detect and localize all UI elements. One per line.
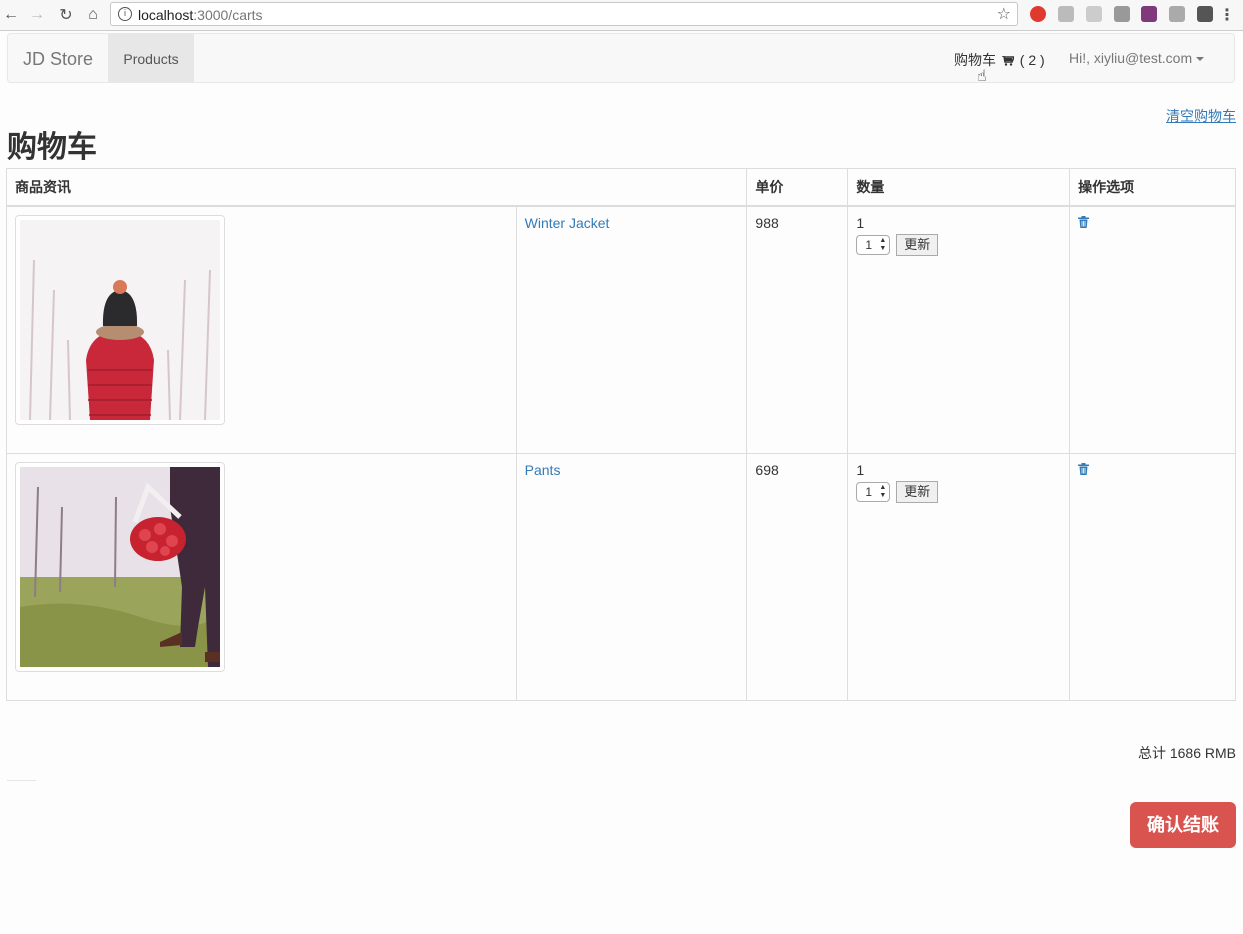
table-header-row: 商品资讯 单价 数量 操作选项 [5, 168, 1236, 207]
user-dropdown[interactable]: Hi!, xiyliu@test.com [1069, 50, 1205, 66]
url-host: localhost [138, 7, 194, 23]
quantity-select[interactable]: 1 ▲ ▼ [856, 235, 891, 255]
opera-extension-icon[interactable] [1030, 6, 1046, 22]
winter-jacket-image [20, 220, 220, 420]
address-bar[interactable]: i localhost:3000/carts ☆ [110, 2, 1018, 26]
cart-total: 总计 1686 RMB [1137, 745, 1236, 761]
price-cell: 698 [746, 453, 849, 701]
reload-icon[interactable]: ↻ [55, 4, 77, 26]
quantity-select-value: 1 [865, 238, 873, 252]
header-product-info: 商品资讯 [5, 168, 748, 207]
divider [7, 780, 36, 781]
cart-table: 商品资讯 单价 数量 操作选项 Winter Jacket 988 1 1 ▲ … [5, 168, 1236, 701]
shield-extension-icon[interactable] [1086, 6, 1102, 22]
site-navbar: JD Store Products 购物车 ( 2 ) Hi!, xiyliu@… [7, 33, 1235, 83]
quantity-select-value: 1 [865, 485, 873, 499]
brand-link[interactable]: JD Store [23, 49, 93, 70]
camera-extension-icon[interactable] [1169, 6, 1185, 22]
actions-cell [1069, 453, 1236, 701]
user-greeting: Hi!, xiyliu@test.com [1069, 50, 1193, 66]
nav-cart-link[interactable]: 购物车 ( 2 ) [954, 50, 1045, 70]
browser-toolbar: ← → ↻ ⌂ i localhost:3000/carts ☆ ⋮ [0, 0, 1243, 31]
pointer-icon: ☝ [977, 68, 987, 85]
table-row: Winter Jacket 988 1 1 ▲ ▼ 更新 [6, 205, 1236, 454]
checkout-button[interactable]: 确认结账 [1130, 802, 1236, 848]
select-arrows-icon: ▲ ▼ [879, 237, 887, 252]
nav-cart-count: ( 2 ) [1019, 52, 1045, 68]
quantity-value: 1 [856, 462, 865, 478]
header-actions: 操作选项 [1069, 168, 1236, 207]
header-quantity: 数量 [847, 168, 1071, 207]
nav-products[interactable]: Products [108, 34, 194, 83]
evernote-extension-icon[interactable] [1197, 6, 1213, 22]
url-path: :3000/carts [193, 7, 263, 23]
skype-extension-icon[interactable] [1058, 6, 1074, 22]
page-title: 购物车 [7, 131, 97, 164]
product-name-cell: Winter Jacket [515, 205, 748, 454]
product-thumbnail[interactable] [15, 462, 225, 672]
cart-icon [1001, 56, 1014, 66]
select-arrows-icon: ▲ ▼ [879, 484, 887, 499]
trash-icon[interactable] [1078, 463, 1090, 475]
table-row: Pants 698 1 1 ▲ ▼ 更新 [6, 453, 1236, 701]
product-thumbnail[interactable] [15, 215, 225, 425]
quantity-select[interactable]: 1 ▲ ▼ [856, 482, 891, 502]
home-icon[interactable]: ⌂ [82, 4, 104, 26]
header-price: 单价 [746, 168, 849, 207]
quantity-cell: 1 1 ▲ ▼ 更新 [847, 453, 1071, 701]
quantity-value: 1 [856, 215, 865, 231]
onenote-extension-icon[interactable] [1141, 6, 1157, 22]
product-link[interactable]: Pants [525, 462, 561, 478]
forward-icon[interactable]: → [26, 4, 48, 26]
price-cell: 988 [746, 205, 849, 454]
update-button[interactable]: 更新 [896, 481, 939, 503]
update-button[interactable]: 更新 [896, 234, 939, 256]
product-image-cell [6, 453, 517, 701]
nav-cart-label: 购物车 [954, 52, 996, 68]
chevron-down-icon [1196, 57, 1205, 62]
info-icon[interactable]: i [118, 7, 132, 21]
star-icon[interactable]: ☆ [997, 4, 1011, 24]
browser-menu-icon[interactable]: ⋮ [1219, 5, 1235, 25]
pants-image [20, 467, 220, 667]
clear-cart-link[interactable]: 清空购物车 [1166, 106, 1236, 126]
product-name-cell: Pants [515, 453, 748, 701]
product-link[interactable]: Winter Jacket [525, 215, 610, 231]
quantity-cell: 1 1 ▲ ▼ 更新 [847, 205, 1071, 454]
pocket-extension-icon[interactable] [1114, 6, 1130, 22]
trash-icon[interactable] [1078, 216, 1090, 228]
back-icon[interactable]: ← [0, 4, 22, 26]
product-image-cell [6, 205, 517, 454]
url-text: localhost:3000/carts [138, 7, 263, 23]
actions-cell [1069, 205, 1236, 454]
